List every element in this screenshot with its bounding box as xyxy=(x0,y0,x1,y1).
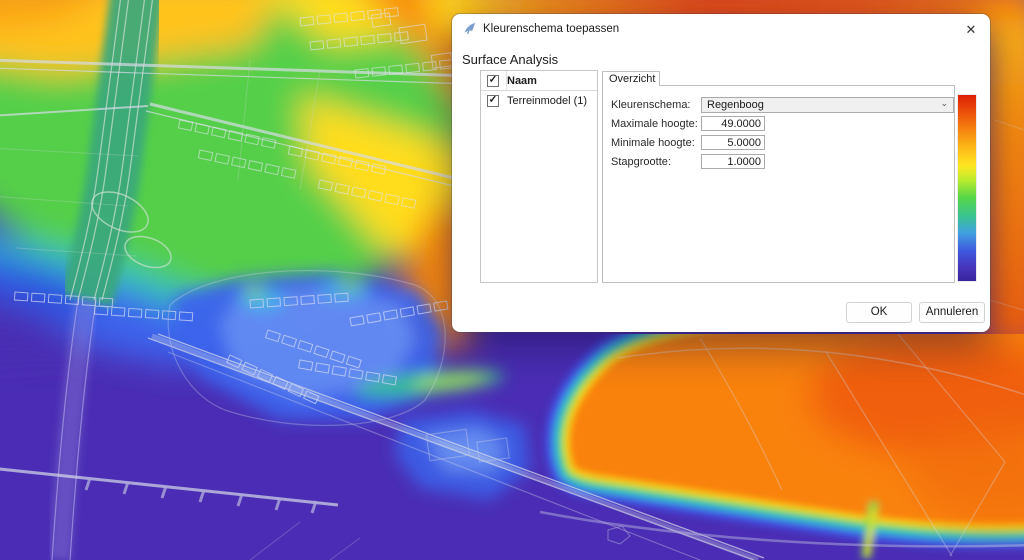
chevron-down-icon: ⌄ xyxy=(940,97,948,108)
max-hoogte-input[interactable] xyxy=(701,116,765,131)
item-checkbox[interactable]: ✓ xyxy=(487,94,499,107)
kleurenschema-label: Kleurenschema: xyxy=(611,99,691,111)
stapgrootte-input[interactable] xyxy=(701,154,765,169)
kleurenschema-value: Regenboog xyxy=(707,99,764,111)
dialog-kleurenschema-toepassen: Kleurenschema toepassen ✕ Surface Analys… xyxy=(452,14,990,332)
min-hoogte-input[interactable] xyxy=(701,135,765,150)
max-hoogte-label: Maximale hoogte: xyxy=(611,118,698,130)
list-item-terreinmodel[interactable]: ✓ Terreinmodel (1) xyxy=(481,91,597,110)
column-divider xyxy=(506,71,507,90)
list-header-row: ✓ Naam xyxy=(481,71,597,91)
application-window: Kleurenschema toepassen ✕ Surface Analys… xyxy=(0,0,1024,560)
list-item-label: Terreinmodel (1) xyxy=(507,94,588,107)
apply-colorscheme-icon xyxy=(464,22,476,35)
surface-list: ✓ Naam ✓ Terreinmodel (1) xyxy=(480,70,598,283)
min-hoogte-label: Minimale hoogte: xyxy=(611,137,695,149)
column-header-naam: Naam xyxy=(507,74,537,87)
section-title: Surface Analysis xyxy=(462,52,559,67)
tab-overzicht[interactable]: Overzicht xyxy=(602,71,660,86)
select-all-checkbox[interactable]: ✓ xyxy=(487,74,499,87)
ok-button[interactable]: OK xyxy=(846,302,912,323)
check-icon: ✓ xyxy=(488,94,498,105)
kleurenschema-select[interactable]: Regenboog ⌄ xyxy=(701,97,954,113)
stapgrootte-label: Stapgrootte: xyxy=(611,156,671,168)
check-icon: ✓ xyxy=(488,74,498,85)
close-button[interactable]: ✕ xyxy=(961,20,981,39)
dialog-title: Kleurenschema toepassen xyxy=(483,23,620,35)
cancel-button[interactable]: Annuleren xyxy=(919,302,985,323)
dialog-titlebar[interactable]: Kleurenschema toepassen ✕ xyxy=(452,14,990,44)
overzicht-panel: Kleurenschema: Regenboog ⌄ Maximale hoog… xyxy=(602,85,955,283)
color-scheme-preview-bar xyxy=(958,95,976,281)
